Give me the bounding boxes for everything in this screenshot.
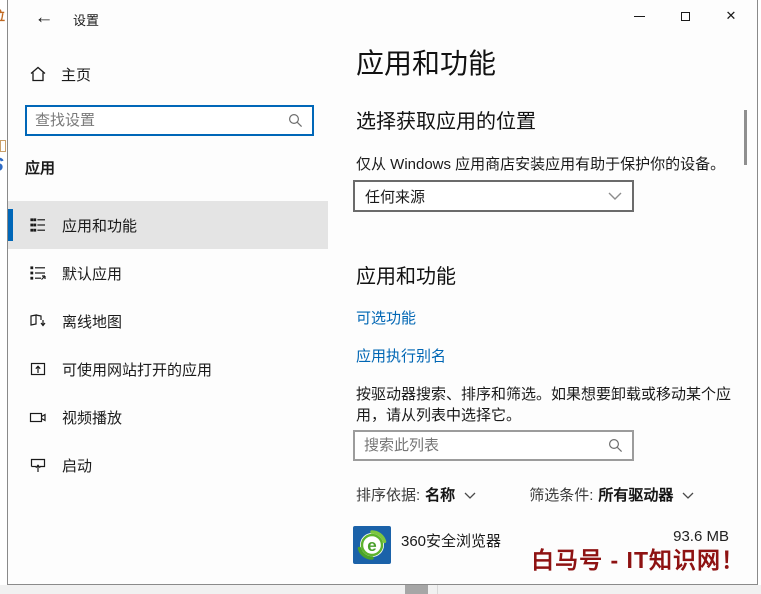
close-button[interactable]: ✕ xyxy=(708,0,754,32)
sidebar-item-label: 默认应用 xyxy=(62,265,123,283)
chevron-down-icon[interactable] xyxy=(682,492,694,499)
titlebar: ← 设置 ✕ xyxy=(8,0,757,36)
choose-source-description: 仅从 Windows 应用商店安装应用有助于保护你的设备。 xyxy=(356,156,726,173)
optional-features-link[interactable]: 可选功能 xyxy=(356,307,416,328)
filter-by-value[interactable]: 所有驱动器 xyxy=(598,484,673,505)
home-icon xyxy=(29,65,47,83)
sidebar-item-offline-maps[interactable]: 离线地图 xyxy=(8,297,328,345)
horizontal-scrollbar-thumb[interactable] xyxy=(405,585,428,594)
app-execution-aliases-link[interactable]: 应用执行别名 xyxy=(356,345,446,366)
app-source-dropdown[interactable]: 任何来源 xyxy=(353,180,634,212)
default-apps-icon xyxy=(29,264,47,282)
underlying-page-strip xyxy=(0,585,761,594)
settings-search-box xyxy=(25,105,314,136)
back-arrow-icon: ← xyxy=(34,7,54,28)
apps-features-section-heading: 应用和功能 xyxy=(356,266,456,288)
app-source-dropdown-value: 任何来源 xyxy=(365,188,426,206)
window-title: 设置 xyxy=(73,13,100,28)
maximize-icon xyxy=(680,11,690,21)
sidebar-nav: 应用和功能 默认应用 离线地图 可使用网站打开的应用 视频播放 启动 xyxy=(8,201,328,489)
sidebar-item-website-apps[interactable]: 可使用网站打开的应用 xyxy=(8,345,328,393)
home-label: 主页 xyxy=(61,66,92,84)
minimize-button[interactable] xyxy=(616,0,662,32)
startup-icon xyxy=(29,456,47,474)
sidebar-item-label: 离线地图 xyxy=(62,313,123,331)
sidebar-item-startup[interactable]: 启动 xyxy=(8,441,328,489)
video-playback-icon xyxy=(29,408,47,426)
selected-accent-bar xyxy=(8,209,13,241)
app-list-search-box xyxy=(353,430,634,461)
sidebar-item-apps-features[interactable]: 应用和功能 xyxy=(8,201,328,249)
maximize-button[interactable] xyxy=(662,0,708,32)
left-edge-fragment xyxy=(0,140,6,152)
sidebar-item-default-apps[interactable]: 默认应用 xyxy=(8,249,328,297)
sidebar-section-header: 应用 xyxy=(25,160,56,177)
left-edge-fragment: 位 xyxy=(0,7,6,22)
svg-text:e: e xyxy=(367,536,376,555)
close-icon: ✕ xyxy=(725,8,737,23)
sort-by-label: 排序依据: xyxy=(356,487,421,504)
sidebar-item-home[interactable]: 主页 xyxy=(29,60,91,88)
filter-by-label: 筛选条件: xyxy=(529,487,594,504)
apps-features-icon xyxy=(29,216,47,234)
sidebar-item-label: 视频播放 xyxy=(62,409,123,427)
sort-by-value[interactable]: 名称 xyxy=(425,484,455,505)
app-name: 360安全浏览器 xyxy=(401,533,502,550)
list-description: 按驱动器搜索、排序和筛选。如果想要卸载或移动某个应用，请从列表中选择它。 xyxy=(356,386,732,424)
sidebar-item-video-playback[interactable]: 视频播放 xyxy=(8,393,328,441)
chevron-down-icon xyxy=(608,192,622,200)
sidebar-item-label: 应用和功能 xyxy=(62,217,138,235)
choose-source-heading: 选择获取应用的位置 xyxy=(356,111,536,133)
page-title: 应用和功能 xyxy=(356,48,497,79)
vertical-scrollbar-thumb[interactable] xyxy=(744,110,747,165)
settings-window: ← 设置 ✕ 主页 应用 xyxy=(7,0,758,585)
search-icon[interactable] xyxy=(288,113,303,128)
360-browser-icon: e xyxy=(353,526,391,564)
sort-filter-row: 排序依据: 名称 筛选条件: 所有驱动器 xyxy=(356,484,694,505)
app-list-search-input[interactable] xyxy=(355,437,608,454)
watermark-text: 白马号 - IT知识网！ xyxy=(531,547,745,573)
minimize-icon xyxy=(633,15,645,17)
search-icon[interactable] xyxy=(608,438,623,453)
chevron-down-icon[interactable] xyxy=(464,492,476,499)
settings-search-input[interactable] xyxy=(27,112,288,129)
sidebar-item-label: 启动 xyxy=(62,457,93,475)
sidebar-item-label: 可使用网站打开的应用 xyxy=(62,361,213,379)
left-edge-fragment: S xyxy=(0,155,7,177)
divider xyxy=(437,585,438,594)
website-apps-icon xyxy=(29,360,47,378)
offline-maps-icon xyxy=(29,312,47,330)
back-button[interactable]: ← xyxy=(24,4,64,32)
